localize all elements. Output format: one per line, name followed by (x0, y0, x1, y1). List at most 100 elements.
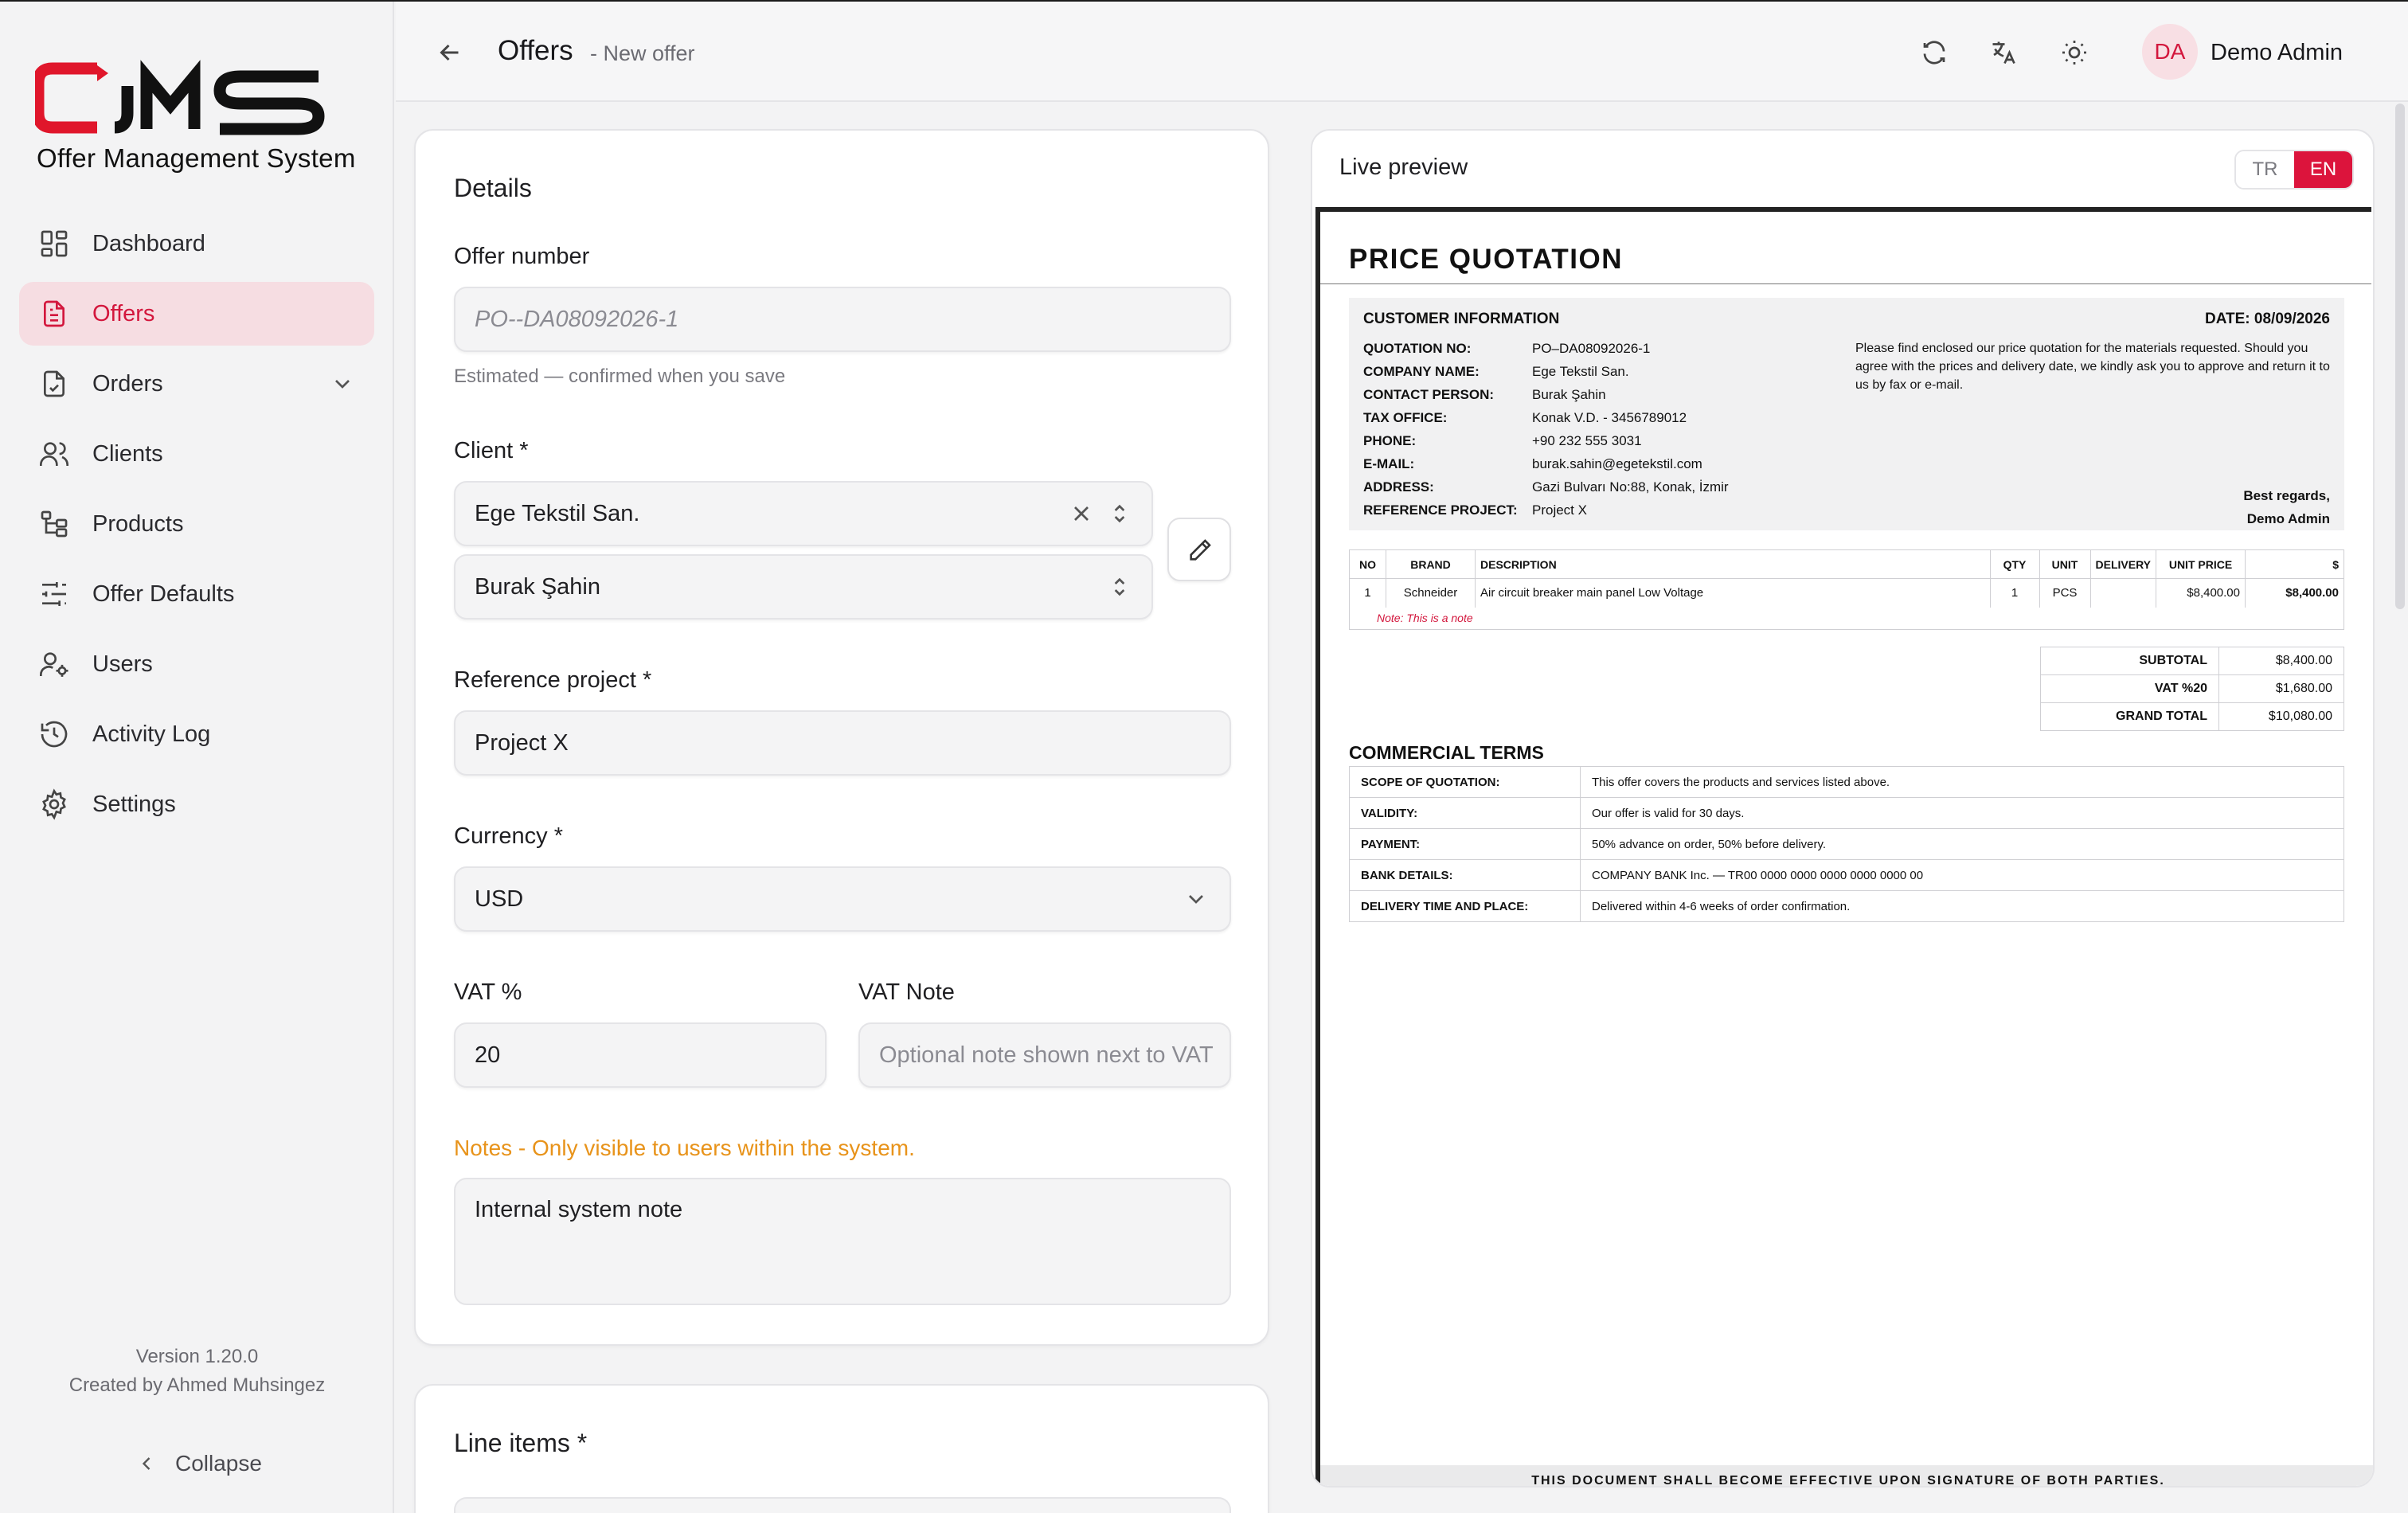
sidebar-item-users[interactable]: Users (19, 632, 374, 696)
sidebar-item-products[interactable]: Products (19, 492, 374, 556)
totals-row: GRAND TOTAL $10,080.00 (2040, 702, 2344, 731)
page-subtitle: - New offer (590, 41, 695, 65)
user-gear-icon (40, 652, 68, 677)
notes-label: Notes - Only visible to users within the… (454, 1136, 915, 1160)
reference-input[interactable]: Project X (454, 710, 1231, 776)
regards: Best regards, Demo Admin (2243, 488, 2330, 526)
contact-value: Burak Şahin (475, 573, 600, 600)
customer-row: QUOTATION NO: PO–DA08092026-1 (1363, 341, 1651, 356)
currency-value: USD (475, 886, 524, 912)
sidebar: Offer Management System Dashboard Offers… (0, 2, 394, 1513)
vat-note-input[interactable]: Optional note shown next to VAT (858, 1022, 1231, 1088)
customer-row: PHONE: +90 232 555 3031 (1363, 433, 1642, 448)
offer-number-help: Estimated — confirmed when you save (454, 366, 786, 387)
customer-info-box: CUSTOMER INFORMATION DATE: 08/09/2026 QU… (1349, 298, 2344, 530)
sidebar-item-dashboard[interactable]: Dashboard (19, 212, 374, 276)
line-items-title: Line items * (454, 1429, 588, 1457)
sidebar-item-label: Clients (92, 440, 163, 467)
chevron-down-icon (1189, 895, 1203, 904)
sidebar-item-offer-defaults[interactable]: Offer Defaults (19, 562, 374, 626)
version-text: Version 1.20.0 (135, 1346, 259, 1367)
chevron-up-down-icon (1114, 577, 1125, 596)
line-items-table: NO BRAND DESCRIPTION QTY UNIT DELIVERY U… (1349, 549, 2344, 630)
quotation-document: PRICE QUOTATION CUSTOMER INFORMATION DAT… (1315, 207, 2373, 1486)
avatar[interactable]: DA (2142, 24, 2198, 80)
dashboard-icon (41, 230, 68, 257)
offer-number-placeholder: PO--DA08092026-1 (475, 306, 679, 332)
terms-row: BANK DETAILS: COMPANY BANK Inc. — TR00 00… (1349, 859, 2344, 891)
client-label: Client * (454, 438, 529, 463)
clear-icon[interactable] (1069, 501, 1094, 526)
client-value: Ege Tekstil San. (475, 500, 640, 526)
doc-footer: THIS DOCUMENT SHALL BECOME EFFECTIVE UPO… (1320, 1465, 2373, 1486)
sidebar-item-label: Settings (92, 791, 176, 817)
credit-text: Created by Ahmed Muhsingez (68, 1374, 326, 1396)
collapse-label: Collapse (175, 1451, 262, 1476)
chevron-down-icon[interactable] (330, 371, 355, 397)
sidebar-item-orders[interactable]: Orders (19, 352, 374, 416)
collapse-button[interactable]: Collapse (135, 1451, 262, 1476)
language-toggle: TR EN (2234, 150, 2354, 190)
totals-row: SUBTOTAL $8,400.00 (2040, 647, 2344, 675)
customer-row: TAX OFFICE: Konak V.D. - 3456789012 (1363, 410, 1687, 425)
notes-textarea[interactable]: Internal system note (454, 1178, 1231, 1305)
notes-value: Internal system note (475, 1197, 683, 1222)
commercial-terms-table: SCOPE OF QUOTATION: This offer covers the… (1349, 766, 2344, 922)
offer-number-input[interactable]: PO--DA08092026-1 (454, 287, 1231, 352)
pencil-icon (1190, 539, 1211, 561)
sidebar-item-label: Users (92, 651, 153, 677)
main-nav: Dashboard Offers Orders Clients Products… (19, 212, 374, 843)
sidebar-item-activity-log[interactable]: Activity Log (19, 702, 374, 766)
page-scrollbar[interactable] (2395, 104, 2405, 609)
vat-note-label: VAT Note (858, 979, 955, 1005)
customer-row: CONTACT PERSON: Burak Şahin (1363, 387, 1606, 402)
vat-input[interactable]: 20 (454, 1022, 827, 1088)
refresh-icon[interactable] (1920, 38, 1949, 67)
commercial-terms-title: COMMERCIAL TERMS (1349, 742, 1544, 763)
contact-select[interactable]: Burak Şahin (454, 554, 1153, 620)
totals-row: VAT %20 $1,680.00 (2040, 674, 2344, 703)
sidebar-item-label: Products (92, 510, 184, 537)
totals-table: SUBTOTAL $8,400.00 VAT %20 $1,680.00 GRAND… (2040, 647, 2344, 731)
details-title: Details (454, 174, 532, 202)
sidebar-item-settings[interactable]: Settings (19, 772, 374, 836)
page-title: Offers (498, 35, 573, 66)
customer-row: ADDRESS: Gazi Bulvarı No:88, Konak, İzmir (1363, 479, 1729, 495)
currency-label: Currency * (454, 823, 563, 849)
back-arrow-icon[interactable] (436, 38, 464, 67)
sliders-icon (42, 582, 66, 606)
terms-row: SCOPE OF QUOTATION: This offer covers the… (1349, 766, 2344, 798)
document-icon (44, 300, 64, 327)
chevron-up-down-icon (1114, 504, 1125, 523)
logo-subtitle: Offer Management System (37, 143, 356, 173)
customer-info-title: CUSTOMER INFORMATION (1363, 311, 1560, 327)
table-row: 1 Schneider Air circuit breaker main pan… (1349, 578, 2344, 608)
client-select[interactable]: Ege Tekstil San. (454, 481, 1153, 546)
vat-value: 20 (475, 1042, 501, 1068)
lang-tr-button[interactable]: TR (2236, 151, 2294, 188)
customer-row: COMPANY NAME: Ege Tekstil San. (1363, 364, 1629, 379)
tree-icon (41, 510, 68, 538)
currency-select[interactable]: USD (454, 866, 1231, 932)
user-name[interactable]: Demo Admin (2211, 40, 2343, 66)
customer-row: REFERENCE PROJECT: Project X (1363, 502, 1587, 518)
line-item-field[interactable] (454, 1497, 1231, 1513)
theme-sun-icon[interactable] (2060, 38, 2089, 67)
terms-row: PAYMENT: 50% advance on order, 50% before… (1349, 828, 2344, 860)
vat-note-placeholder: Optional note shown next to VAT (879, 1042, 1214, 1068)
sidebar-item-offers[interactable]: Offers (19, 282, 374, 346)
item-note: Note: This is a note (1349, 607, 2344, 630)
offer-number-label: Offer number (454, 244, 590, 269)
vat-label: VAT % (454, 979, 522, 1005)
translate-icon[interactable] (1989, 38, 2018, 67)
terms-row: VALIDITY: Our offer is valid for 30 days. (1349, 797, 2344, 829)
sidebar-item-label: Offers (92, 300, 155, 326)
doc-divider (1320, 283, 2371, 284)
lang-en-button[interactable]: EN (2294, 151, 2352, 188)
sidebar-item-clients[interactable]: Clients (19, 422, 374, 486)
customer-row: E-MAIL: burak.sahin@egetekstil.com (1363, 456, 1702, 471)
reference-value: Project X (475, 729, 569, 756)
doc-title: PRICE QUOTATION (1349, 244, 1623, 275)
sidebar-item-label: Dashboard (92, 230, 205, 256)
edit-client-button[interactable] (1167, 518, 1231, 581)
